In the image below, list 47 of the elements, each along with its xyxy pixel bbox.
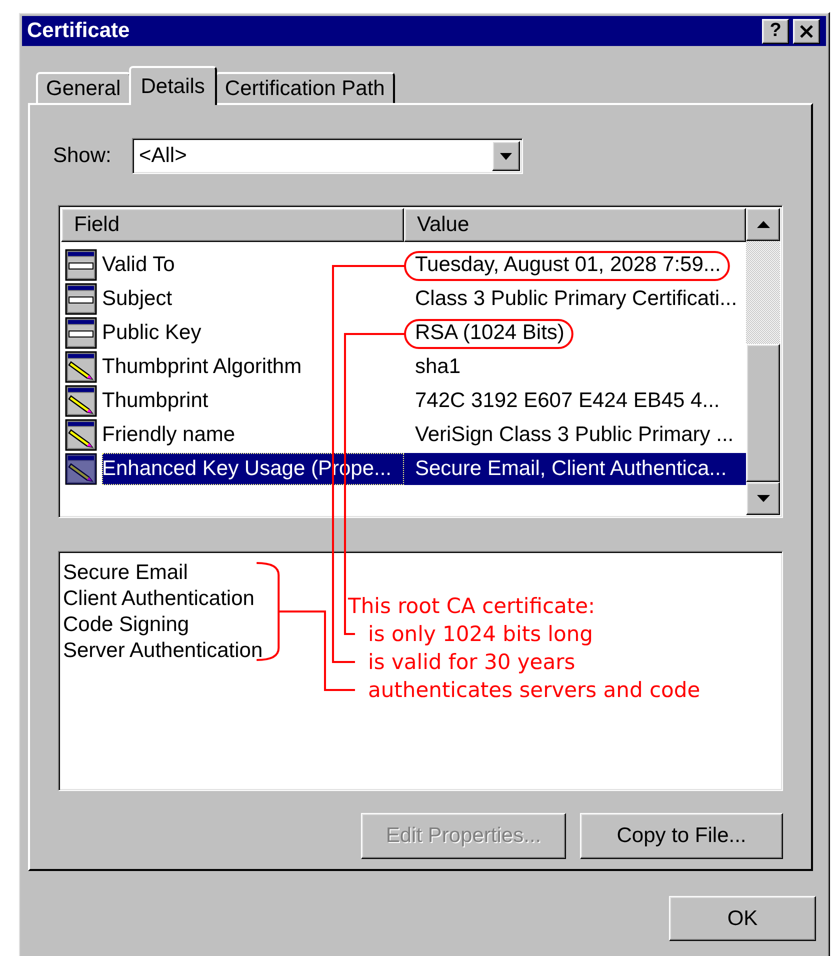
field-cell[interactable]: Valid To xyxy=(102,249,404,281)
detail-line: Secure Email xyxy=(63,561,188,584)
window-title: Certificate xyxy=(27,19,131,43)
field-icon xyxy=(65,249,97,281)
scroll-down-button[interactable] xyxy=(746,482,780,515)
pencil-icon xyxy=(65,351,97,383)
field-cell[interactable]: Public Key xyxy=(102,317,404,349)
scroll-up-button[interactable] xyxy=(746,208,780,242)
close-icon xyxy=(799,24,814,38)
pencil-icon xyxy=(65,385,97,417)
caret-icon xyxy=(500,152,512,160)
annotation-note: authenticates servers and code xyxy=(368,678,700,702)
close-button[interactable] xyxy=(793,18,820,44)
help-button[interactable]: ? xyxy=(762,18,789,44)
scroll-thumb[interactable] xyxy=(746,344,780,482)
field-icon xyxy=(65,317,97,349)
column-header[interactable]: Field xyxy=(61,208,404,242)
field-icon xyxy=(65,283,97,315)
down-arrow-icon xyxy=(756,494,770,502)
ok-button[interactable]: OK xyxy=(669,896,816,941)
value-cell[interactable]: Class 3 Public Primary Certificati... xyxy=(415,287,738,311)
pencil-icon xyxy=(65,419,97,451)
value-cell[interactable]: VeriSign Class 3 Public Primary ... xyxy=(415,423,734,447)
up-arrow-icon xyxy=(756,221,770,228)
value-cell[interactable]: sha1 xyxy=(415,355,461,379)
annotation-note: is valid for 30 years xyxy=(368,650,576,674)
tab[interactable]: Certification Path xyxy=(214,72,395,103)
show-label: Show: xyxy=(53,144,112,168)
show-dropdown[interactable]: <All> xyxy=(132,138,523,174)
value-cell[interactable]: RSA (1024 Bits) xyxy=(415,321,564,345)
pencil-icon xyxy=(65,453,97,485)
field-cell[interactable]: Thumbprint Algorithm xyxy=(102,351,404,383)
detail-line: Server Authentication xyxy=(63,639,263,662)
dialog-button[interactable]: Copy to File... xyxy=(580,813,783,859)
detail-line: Code Signing xyxy=(63,613,190,636)
field-cell[interactable]: Thumbprint xyxy=(102,385,404,417)
value-cell[interactable]: Tuesday, August 01, 2028 7:59... xyxy=(415,253,721,277)
dropdown-button[interactable] xyxy=(492,141,520,171)
field-cell[interactable]: Subject xyxy=(102,283,404,315)
detail-line: Client Authentication xyxy=(63,587,254,610)
value-cell[interactable]: 742C 3192 E607 E424 EB45 4... xyxy=(415,389,720,413)
column-header[interactable]: Value xyxy=(404,208,746,242)
tab[interactable]: Details xyxy=(128,66,217,105)
tab[interactable]: General xyxy=(36,72,131,103)
field-cell[interactable]: Friendly name xyxy=(102,419,404,451)
annotation-heading: This root CA certificate: xyxy=(348,594,596,618)
annotation-note: is only 1024 bits long xyxy=(368,622,594,646)
